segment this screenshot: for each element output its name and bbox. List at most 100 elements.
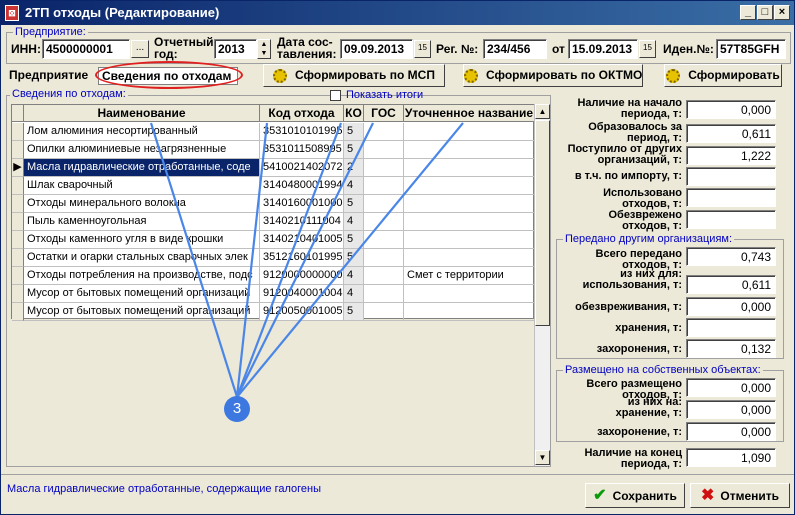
form-by-msp-button[interactable]: Сформировать по МСП [263, 64, 445, 87]
from-date-field[interactable]: 15.09.2013 [568, 39, 638, 59]
cell-name[interactable]: Остатки и огарки стальных сварочных элек [24, 249, 260, 267]
cell-gos[interactable] [364, 159, 404, 177]
cell-gos[interactable] [364, 177, 404, 195]
used-field[interactable] [686, 188, 776, 207]
cell-code[interactable]: 5410021402072 [260, 159, 344, 177]
cell-ko[interactable]: 2 [344, 159, 364, 177]
tab-enterprise[interactable]: Предприятие [9, 67, 99, 85]
cell-note[interactable] [404, 303, 535, 321]
cell-name[interactable]: Отходы каменного угля в виде крошки [24, 231, 260, 249]
cell-gos[interactable] [364, 303, 404, 321]
table-row[interactable]: ▶ Масла гидравлические отработанные, соде… [12, 159, 535, 177]
inn-lookup-button[interactable]: ... [131, 40, 149, 58]
cell-note[interactable] [404, 195, 535, 213]
ident-field[interactable]: 57T85GFH [716, 39, 786, 59]
cell-code[interactable]: 3531010101995 [260, 123, 344, 141]
transfer-neutral-field[interactable]: 0,000 [686, 297, 776, 316]
cell-name[interactable]: Пыль каменноугольная [24, 213, 260, 231]
cell-code[interactable]: 3140480001994 [260, 177, 344, 195]
cell-code[interactable]: 9120050001005 [260, 303, 344, 321]
cell-code[interactable]: 9120040001004 [260, 285, 344, 303]
cell-ko[interactable]: 5 [344, 303, 364, 321]
scroll-up-icon[interactable]: ▲ [535, 104, 550, 119]
year-field[interactable]: 2013 [214, 39, 257, 59]
calendar-icon[interactable]: 15 [414, 40, 431, 58]
cell-ko[interactable]: 5 [344, 195, 364, 213]
cell-name[interactable]: Мусор от бытовых помещений организаций [24, 285, 260, 303]
show-totals-checkbox[interactable] [330, 90, 341, 101]
table-row[interactable]: Шлак сварочный 3140480001994 4 [12, 177, 535, 195]
scroll-down-icon[interactable]: ▼ [535, 450, 550, 465]
table-row[interactable]: Мусор от бытовых помещений организаций 91… [12, 303, 535, 321]
table-row[interactable]: Отходы каменного угля в виде крошки 31402… [12, 231, 535, 249]
table-row[interactable]: Пыль каменноугольная 3140210111004 4 [12, 213, 535, 231]
cell-note[interactable] [404, 159, 535, 177]
cell-name[interactable]: Опилки алюминиевые незагрязненные [24, 141, 260, 159]
cell-note[interactable]: Смет с территории [404, 267, 535, 285]
grid-scrollbar[interactable]: ▲ ▼ [534, 104, 550, 466]
table-row[interactable]: Мусор от бытовых помещений организаций 91… [12, 285, 535, 303]
own-total-field[interactable]: 0,000 [686, 378, 776, 397]
cell-name[interactable]: Мусор от бытовых помещений организаций [24, 303, 260, 321]
waste-grid[interactable]: Наименование Код отхода КО ГОС Уточненно… [11, 104, 535, 321]
cell-note[interactable] [404, 285, 535, 303]
cell-ko[interactable]: 5 [344, 249, 364, 267]
own-storage-field[interactable]: 0,000 [686, 400, 776, 419]
cell-name[interactable]: Отходы потребления на производстве, подс [24, 267, 260, 285]
cell-note[interactable] [404, 123, 535, 141]
cell-gos[interactable] [364, 123, 404, 141]
own-burial-field[interactable]: 0,000 [686, 422, 776, 441]
chevron-up-icon[interactable]: ▲ [261, 41, 268, 48]
cell-ko[interactable]: 4 [344, 213, 364, 231]
cell-code[interactable]: 3140210111004 [260, 213, 344, 231]
table-row[interactable]: Лом алюминия несортированный 353101010199… [12, 123, 535, 141]
cell-code[interactable]: 3140160001000 [260, 195, 344, 213]
cell-ko[interactable]: 4 [344, 267, 364, 285]
cell-ko[interactable]: 4 [344, 285, 364, 303]
cell-code[interactable]: 3531011508995 [260, 141, 344, 159]
col-header-gos[interactable]: ГОС [364, 105, 404, 122]
form-by-oktmo-button[interactable]: Сформировать по ОКТМО [463, 64, 643, 87]
maximize-button[interactable]: □ [757, 5, 773, 20]
table-row[interactable]: Опилки алюминиевые незагрязненные 3531011… [12, 141, 535, 159]
title-bar[interactable]: ⊠ 2ТП отходы (Редактирование) _ □ × [1, 1, 794, 25]
cell-ko[interactable]: 5 [344, 231, 364, 249]
transfer-storage-field[interactable] [686, 318, 776, 337]
cancel-button[interactable]: ✖ Отменить [690, 483, 790, 508]
cell-code[interactable]: 9120000000000 [260, 267, 344, 285]
cell-ko[interactable]: 4 [344, 177, 364, 195]
cell-gos[interactable] [364, 285, 404, 303]
cell-gos[interactable] [364, 249, 404, 267]
formed-field[interactable]: 0,611 [686, 124, 776, 143]
col-header-name[interactable]: Наименование [24, 105, 260, 122]
end-balance-field[interactable]: 1,090 [686, 448, 776, 467]
received-field[interactable]: 1,222 [686, 146, 776, 165]
minimize-button[interactable]: _ [740, 5, 756, 20]
reg-number-field[interactable]: 234/456 [483, 39, 547, 59]
cell-note[interactable] [404, 141, 535, 159]
table-row[interactable]: Остатки и огарки стальных сварочных элек… [12, 249, 535, 267]
transfer-total-field[interactable]: 0,743 [686, 247, 776, 266]
transfer-burial-field[interactable]: 0,132 [686, 339, 776, 358]
transfer-usage-field[interactable]: 0,611 [686, 275, 776, 294]
cell-name[interactable]: Шлак сварочный [24, 177, 260, 195]
scroll-thumb[interactable] [535, 120, 550, 326]
cell-ko[interactable]: 5 [344, 141, 364, 159]
cell-gos[interactable] [364, 213, 404, 231]
col-header-note[interactable]: Уточненное название [404, 105, 535, 122]
cell-name[interactable]: Лом алюминия несортированный [24, 123, 260, 141]
cell-gos[interactable] [364, 141, 404, 159]
cell-note[interactable] [404, 231, 535, 249]
import-field[interactable] [686, 167, 776, 186]
cell-code[interactable]: 3140210401005 [260, 231, 344, 249]
cell-name[interactable]: Масла гидравлические отработанные, соде [24, 159, 260, 177]
col-header-code[interactable]: Код отхода [260, 105, 344, 122]
cell-note[interactable] [404, 249, 535, 267]
chevron-down-icon[interactable]: ▼ [261, 50, 268, 57]
cell-gos[interactable] [364, 195, 404, 213]
year-stepper[interactable]: ▲ ▼ [257, 39, 271, 59]
col-header-ko[interactable]: КО [344, 105, 364, 122]
table-row[interactable]: Отходы минерального волокна 3140160001000… [12, 195, 535, 213]
cell-name[interactable]: Отходы минерального волокна [24, 195, 260, 213]
neutralized-field[interactable] [686, 210, 776, 229]
